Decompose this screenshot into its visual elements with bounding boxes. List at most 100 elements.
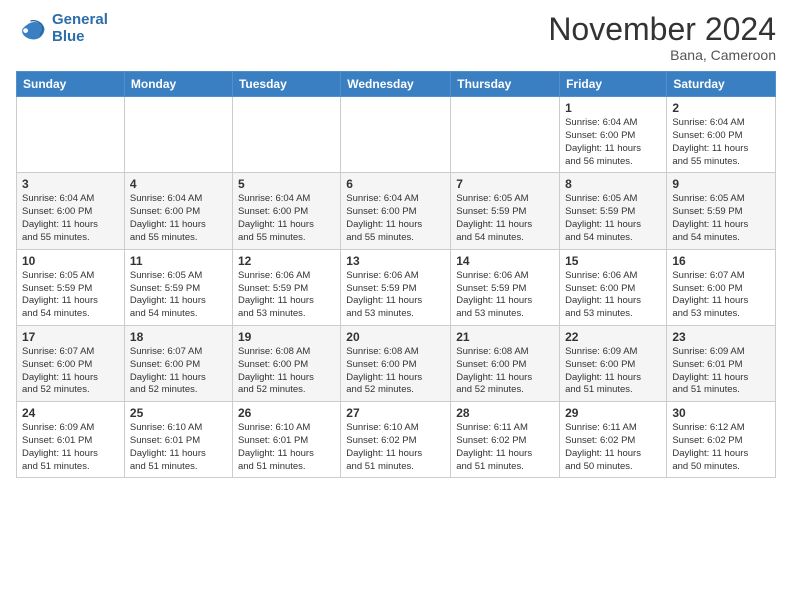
month-title: November 2024	[548, 12, 776, 47]
day-number: 3	[22, 177, 119, 191]
day-info: Sunrise: 6:10 AM Sunset: 6:01 PM Dayligh…	[130, 422, 227, 473]
day-info: Sunrise: 6:10 AM Sunset: 6:01 PM Dayligh…	[238, 422, 335, 473]
day-number: 27	[346, 406, 445, 420]
day-info: Sunrise: 6:05 AM Sunset: 5:59 PM Dayligh…	[672, 193, 770, 244]
day-info: Sunrise: 6:07 AM Sunset: 6:00 PM Dayligh…	[130, 346, 227, 397]
calendar-week-row: 17 Sunrise: 6:07 AM Sunset: 6:00 PM Dayli…	[17, 325, 776, 401]
table-row: 11 Sunrise: 6:05 AM Sunset: 5:59 PM Dayli…	[124, 249, 232, 325]
day-number: 11	[130, 254, 227, 268]
table-row	[232, 97, 340, 173]
header-friday: Friday	[560, 72, 667, 97]
table-row: 22Sunrise: 6:09 AM Sunset: 6:00 PM Dayli…	[560, 325, 667, 401]
day-number: 6	[346, 177, 445, 191]
day-info: Sunrise: 6:05 AM Sunset: 5:59 PM Dayligh…	[456, 193, 554, 244]
table-row: 30Sunrise: 6:12 AM Sunset: 6:02 PM Dayli…	[667, 402, 776, 478]
calendar-week-row: 24Sunrise: 6:09 AM Sunset: 6:01 PM Dayli…	[17, 402, 776, 478]
day-info: Sunrise: 6:04 AM Sunset: 6:00 PM Dayligh…	[130, 193, 227, 244]
calendar-week-row: 1 Sunrise: 6:04 AM Sunset: 6:00 PM Daylig…	[17, 97, 776, 173]
day-number: 12	[238, 254, 335, 268]
header-sunday: Sunday	[17, 72, 125, 97]
header: General Blue November 2024 Bana, Cameroo…	[16, 12, 776, 63]
table-row: 9 Sunrise: 6:05 AM Sunset: 5:59 PM Daylig…	[667, 173, 776, 249]
day-info: Sunrise: 6:11 AM Sunset: 6:02 PM Dayligh…	[565, 422, 661, 473]
day-info: Sunrise: 6:07 AM Sunset: 6:00 PM Dayligh…	[672, 270, 770, 321]
day-number: 9	[672, 177, 770, 191]
header-monday: Monday	[124, 72, 232, 97]
logo-line1: General	[52, 12, 108, 29]
day-info: Sunrise: 6:07 AM Sunset: 6:00 PM Dayligh…	[22, 346, 119, 397]
day-number: 8	[565, 177, 661, 191]
table-row: 4 Sunrise: 6:04 AM Sunset: 6:00 PM Daylig…	[124, 173, 232, 249]
day-number: 21	[456, 330, 554, 344]
day-number: 14	[456, 254, 554, 268]
table-row: 25Sunrise: 6:10 AM Sunset: 6:01 PM Dayli…	[124, 402, 232, 478]
day-info: Sunrise: 6:09 AM Sunset: 6:01 PM Dayligh…	[672, 346, 770, 397]
day-number: 15	[565, 254, 661, 268]
day-info: Sunrise: 6:10 AM Sunset: 6:02 PM Dayligh…	[346, 422, 445, 473]
day-info: Sunrise: 6:04 AM Sunset: 6:00 PM Dayligh…	[22, 193, 119, 244]
table-row: 13 Sunrise: 6:06 AM Sunset: 5:59 PM Dayli…	[341, 249, 451, 325]
table-row: 10 Sunrise: 6:05 AM Sunset: 5:59 PM Dayli…	[17, 249, 125, 325]
day-number: 5	[238, 177, 335, 191]
day-number: 23	[672, 330, 770, 344]
table-row: 20Sunrise: 6:08 AM Sunset: 6:00 PM Dayli…	[341, 325, 451, 401]
day-info: Sunrise: 6:06 AM Sunset: 5:59 PM Dayligh…	[238, 270, 335, 321]
day-number: 22	[565, 330, 661, 344]
day-info: Sunrise: 6:04 AM Sunset: 6:00 PM Dayligh…	[346, 193, 445, 244]
day-info: Sunrise: 6:08 AM Sunset: 6:00 PM Dayligh…	[456, 346, 554, 397]
day-info: Sunrise: 6:05 AM Sunset: 5:59 PM Dayligh…	[565, 193, 661, 244]
day-number: 20	[346, 330, 445, 344]
day-info: Sunrise: 6:12 AM Sunset: 6:02 PM Dayligh…	[672, 422, 770, 473]
table-row: 28 Sunrise: 6:11 AM Sunset: 6:02 PM Dayli…	[451, 402, 560, 478]
day-number: 28	[456, 406, 554, 420]
day-number: 16	[672, 254, 770, 268]
header-saturday: Saturday	[667, 72, 776, 97]
day-number: 29	[565, 406, 661, 420]
day-info: Sunrise: 6:04 AM Sunset: 6:00 PM Dayligh…	[672, 117, 770, 168]
calendar-week-row: 3 Sunrise: 6:04 AM Sunset: 6:00 PM Daylig…	[17, 173, 776, 249]
table-row: 1Sunrise: 6:04 AM Sunset: 6:00 PM Daylig…	[560, 97, 667, 173]
day-info: Sunrise: 6:06 AM Sunset: 5:59 PM Dayligh…	[456, 270, 554, 321]
table-row: 19 Sunrise: 6:08 AM Sunset: 6:00 PM Dayli…	[232, 325, 340, 401]
calendar-week-row: 10 Sunrise: 6:05 AM Sunset: 5:59 PM Dayli…	[17, 249, 776, 325]
table-row: 6 Sunrise: 6:04 AM Sunset: 6:00 PM Daylig…	[341, 173, 451, 249]
table-row: 23 Sunrise: 6:09 AM Sunset: 6:01 PM Dayli…	[667, 325, 776, 401]
day-number: 13	[346, 254, 445, 268]
page: General Blue November 2024 Bana, Cameroo…	[0, 0, 792, 612]
day-number: 10	[22, 254, 119, 268]
table-row	[451, 97, 560, 173]
table-row: 29 Sunrise: 6:11 AM Sunset: 6:02 PM Dayli…	[560, 402, 667, 478]
table-row: 24Sunrise: 6:09 AM Sunset: 6:01 PM Dayli…	[17, 402, 125, 478]
day-info: Sunrise: 6:08 AM Sunset: 6:00 PM Dayligh…	[238, 346, 335, 397]
day-number: 1	[565, 101, 661, 115]
day-number: 17	[22, 330, 119, 344]
day-number: 18	[130, 330, 227, 344]
day-info: Sunrise: 6:05 AM Sunset: 5:59 PM Dayligh…	[130, 270, 227, 321]
table-row	[341, 97, 451, 173]
header-thursday: Thursday	[451, 72, 560, 97]
table-row: 17 Sunrise: 6:07 AM Sunset: 6:00 PM Dayli…	[17, 325, 125, 401]
day-number: 4	[130, 177, 227, 191]
calendar-header-row: Sunday Monday Tuesday Wednesday Thursday…	[17, 72, 776, 97]
day-info: Sunrise: 6:06 AM Sunset: 6:00 PM Dayligh…	[565, 270, 661, 321]
table-row	[17, 97, 125, 173]
table-row: 15 Sunrise: 6:06 AM Sunset: 6:00 PM Dayli…	[560, 249, 667, 325]
calendar-table: Sunday Monday Tuesday Wednesday Thursday…	[16, 71, 776, 478]
table-row	[124, 97, 232, 173]
table-row: 12 Sunrise: 6:06 AM Sunset: 5:59 PM Dayli…	[232, 249, 340, 325]
table-row: 2Sunrise: 6:04 AM Sunset: 6:00 PM Daylig…	[667, 97, 776, 173]
table-row: 27 Sunrise: 6:10 AM Sunset: 6:02 PM Dayli…	[341, 402, 451, 478]
day-info: Sunrise: 6:06 AM Sunset: 5:59 PM Dayligh…	[346, 270, 445, 321]
day-info: Sunrise: 6:11 AM Sunset: 6:02 PM Dayligh…	[456, 422, 554, 473]
table-row: 5 Sunrise: 6:04 AM Sunset: 6:00 PM Daylig…	[232, 173, 340, 249]
table-row: 14 Sunrise: 6:06 AM Sunset: 5:59 PM Dayli…	[451, 249, 560, 325]
logo: General Blue	[16, 12, 108, 45]
header-wednesday: Wednesday	[341, 72, 451, 97]
day-info: Sunrise: 6:04 AM Sunset: 6:00 PM Dayligh…	[238, 193, 335, 244]
table-row: 7Sunrise: 6:05 AM Sunset: 5:59 PM Daylig…	[451, 173, 560, 249]
table-row: 16 Sunrise: 6:07 AM Sunset: 6:00 PM Dayli…	[667, 249, 776, 325]
day-info: Sunrise: 6:05 AM Sunset: 5:59 PM Dayligh…	[22, 270, 119, 321]
table-row: 26Sunrise: 6:10 AM Sunset: 6:01 PM Dayli…	[232, 402, 340, 478]
day-number: 24	[22, 406, 119, 420]
day-number: 19	[238, 330, 335, 344]
